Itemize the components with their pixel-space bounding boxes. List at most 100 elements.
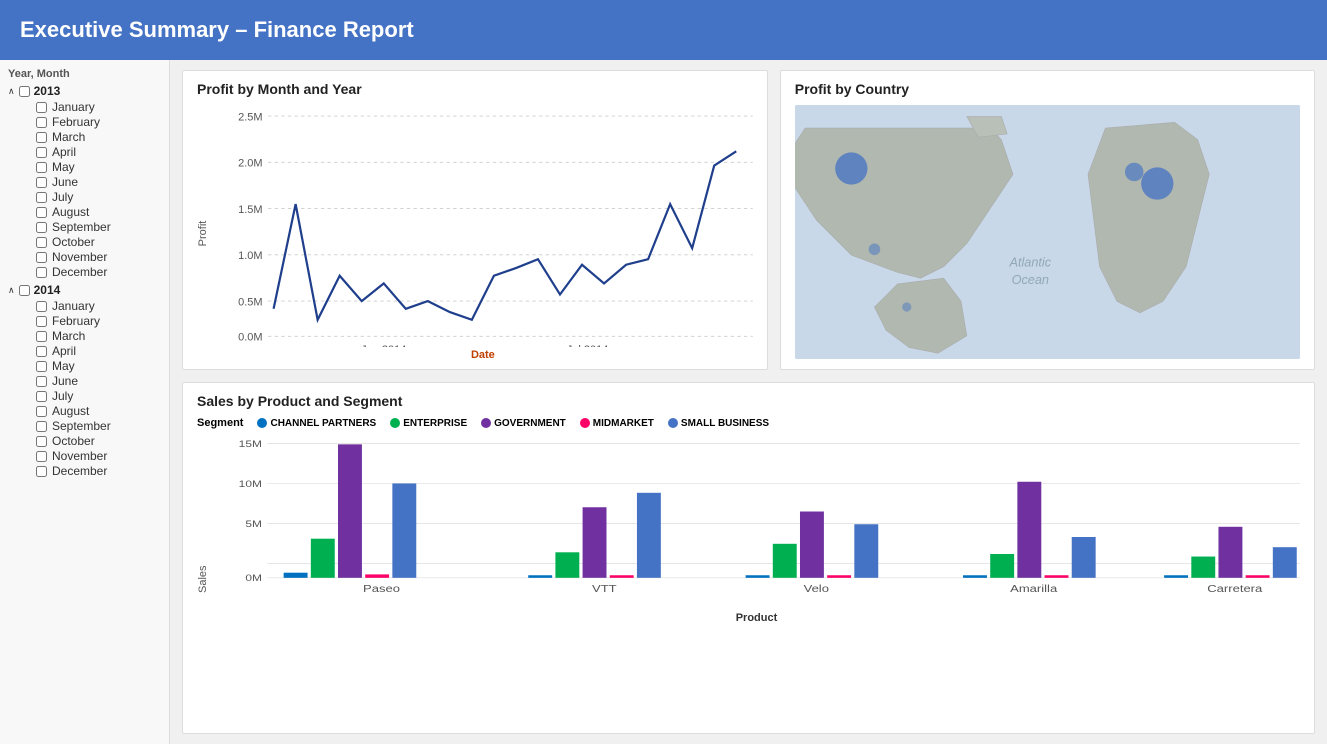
svg-text:Jan 2014: Jan 2014 [361, 344, 406, 347]
year-header-2013[interactable]: ∧ 2013 [8, 84, 161, 98]
svg-text:VTT: VTT [592, 584, 617, 595]
month-checkbox-may-2014[interactable] [36, 361, 47, 372]
sales-y-axis-label: Sales [197, 435, 209, 723]
month-label-aug-2014: August [52, 404, 89, 418]
svg-text:Ocean: Ocean [1011, 273, 1048, 287]
page-header: Executive Summary – Finance Report [0, 0, 1327, 60]
bar-chart-inner: 15M 10M 5M 0M [213, 435, 1300, 723]
legend-label-channel: CHANNEL PARTNERS [270, 418, 376, 429]
month-checkbox-apr-2013[interactable] [36, 147, 47, 158]
month-label-jul-2013: July [52, 190, 73, 204]
month-checkbox-mar-2014[interactable] [36, 331, 47, 342]
year-group-2013: ∧ 2013 January February March April May … [8, 84, 161, 279]
year-checkbox-2013[interactable] [19, 86, 30, 97]
main-content: Year, Month ∧ 2013 January February Marc… [0, 60, 1327, 744]
year-header-2014[interactable]: ∧ 2014 [8, 283, 161, 297]
month-checkbox-mar-2013[interactable] [36, 132, 47, 143]
month-label-jan-2014: January [52, 299, 95, 313]
month-checkbox-may-2013[interactable] [36, 162, 47, 173]
month-item: January [36, 299, 161, 313]
month-checkbox-nov-2013[interactable] [36, 252, 47, 263]
month-checkbox-feb-2014[interactable] [36, 316, 47, 327]
month-checkbox-oct-2013[interactable] [36, 237, 47, 248]
month-checkbox-dec-2014[interactable] [36, 466, 47, 477]
month-label-aug-2013: August [52, 205, 89, 219]
svg-text:10M: 10M [239, 479, 262, 489]
bar-chart-container: Sales 15M 10M 5M 0M [197, 435, 1300, 723]
month-checkbox-jan-2013[interactable] [36, 102, 47, 113]
profit-y-axis-label: Profit [197, 105, 209, 361]
month-item: February [36, 314, 161, 328]
month-list-2014: January February March April May June Ju… [36, 299, 161, 478]
profit-x-axis-label: Date [213, 349, 753, 361]
legend-dot-small-business [668, 418, 678, 428]
month-item: August [36, 404, 161, 418]
charts-area: Profit by Month and Year Profit [170, 60, 1327, 744]
month-item: April [36, 145, 161, 159]
month-item: May [36, 359, 161, 373]
svg-text:15M: 15M [239, 439, 262, 449]
profit-country-chart-card: Profit by Country Atlantic [780, 70, 1315, 370]
bar-chart-svg: 15M 10M 5M 0M [213, 435, 1300, 605]
month-item: August [36, 205, 161, 219]
collapse-arrow-2013: ∧ [8, 86, 15, 97]
month-checkbox-jun-2013[interactable] [36, 177, 47, 188]
month-item: July [36, 389, 161, 403]
svg-text:1.5M: 1.5M [238, 204, 262, 216]
month-item: December [36, 265, 161, 279]
month-item: March [36, 130, 161, 144]
month-checkbox-feb-2013[interactable] [36, 117, 47, 128]
month-item: January [36, 100, 161, 114]
svg-text:2.5M: 2.5M [238, 111, 262, 123]
line-chart-svg: 2.5M 2.0M 1.5M 1.0M 0.5M 0.0M Jan 2014 J… [213, 105, 753, 347]
month-checkbox-oct-2014[interactable] [36, 436, 47, 447]
sales-x-axis-label: Product [213, 612, 1300, 624]
month-checkbox-dec-2013[interactable] [36, 267, 47, 278]
month-checkbox-nov-2014[interactable] [36, 451, 47, 462]
page-title: Executive Summary – Finance Report [20, 17, 414, 43]
month-checkbox-jun-2014[interactable] [36, 376, 47, 387]
month-label-dec-2013: December [52, 265, 107, 279]
month-label-apr-2014: April [52, 344, 76, 358]
legend-small-business: SMALL BUSINESS [668, 418, 769, 429]
month-label-jul-2014: July [52, 389, 73, 403]
legend-label-midmarket: MIDMARKET [593, 418, 654, 429]
month-item: December [36, 464, 161, 478]
sales-segment-title: Sales by Product and Segment [197, 393, 1300, 409]
map-svg: Atlantic Ocean [795, 105, 1300, 359]
month-label-jan-2013: January [52, 100, 95, 114]
month-item: April [36, 344, 161, 358]
sidebar-panel: Year, Month ∧ 2013 January February Marc… [0, 60, 170, 744]
month-checkbox-jul-2014[interactable] [36, 391, 47, 402]
month-label-sep-2013: September [52, 220, 111, 234]
svg-text:Paseo: Paseo [363, 584, 400, 595]
svg-text:Carretera: Carretera [1207, 584, 1263, 595]
month-item: May [36, 160, 161, 174]
month-checkbox-apr-2014[interactable] [36, 346, 47, 357]
legend-dot-channel [257, 418, 267, 428]
month-checkbox-aug-2014[interactable] [36, 406, 47, 417]
profit-month-chart-card: Profit by Month and Year Profit [182, 70, 768, 370]
month-checkbox-aug-2013[interactable] [36, 207, 47, 218]
svg-text:Amarilla: Amarilla [1010, 584, 1058, 595]
svg-text:0M: 0M [245, 573, 262, 583]
month-checkbox-jul-2013[interactable] [36, 192, 47, 203]
month-checkbox-sep-2014[interactable] [36, 421, 47, 432]
month-label-dec-2014: December [52, 464, 107, 478]
map-container: Atlantic Ocean [795, 105, 1300, 359]
legend-government: GOVERNMENT [481, 418, 566, 429]
month-item: September [36, 220, 161, 234]
svg-text:0.0M: 0.0M [238, 332, 262, 344]
month-label-mar-2014: March [52, 329, 85, 343]
month-label-jun-2013: June [52, 175, 78, 189]
month-item: March [36, 329, 161, 343]
month-label-oct-2014: October [52, 434, 95, 448]
month-label-jun-2014: June [52, 374, 78, 388]
year-group-2014: ∧ 2014 January February March April May … [8, 283, 161, 478]
sales-segment-chart-card: Sales by Product and Segment Segment CHA… [182, 382, 1315, 734]
year-checkbox-2014[interactable] [19, 285, 30, 296]
legend-midmarket: MIDMARKET [580, 418, 654, 429]
profit-month-title: Profit by Month and Year [197, 81, 753, 97]
month-checkbox-sep-2013[interactable] [36, 222, 47, 233]
month-checkbox-jan-2014[interactable] [36, 301, 47, 312]
